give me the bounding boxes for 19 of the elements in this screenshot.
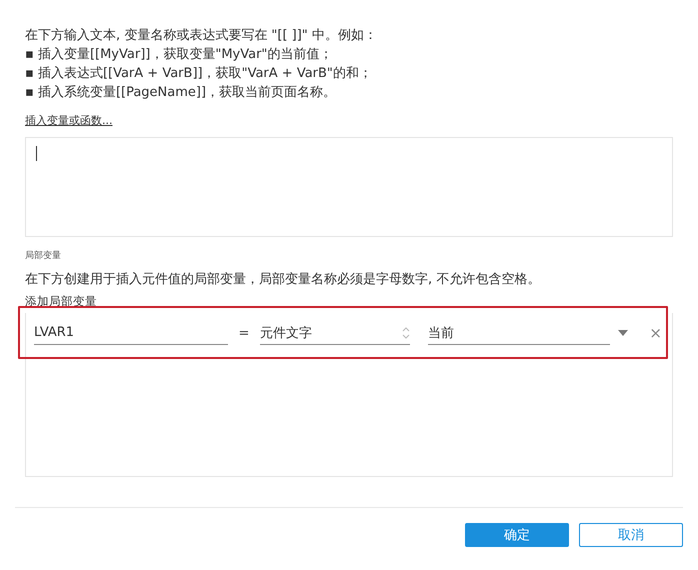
instruction-text: ▪ 插入变量[[MyVar]]，获取变量"MyVar"的当前值；	[25, 46, 334, 64]
section-label: 局部变量	[25, 250, 62, 262]
variable-name-field[interactable]: LVAR1	[34, 321, 228, 345]
source-select[interactable]: 元件文字	[260, 321, 410, 345]
confirm-button[interactable]: 确定	[465, 523, 569, 547]
caret-icon[interactable]	[618, 330, 628, 336]
instruction-text: 在下方输入文本, 变量名称或表达式要写在 "[[ ]]" 中。例如：	[25, 27, 378, 45]
equals-sign: =	[238, 326, 250, 340]
up-down-icon	[402, 326, 410, 340]
instruction-text: ▪ 插入系统变量[[PageName]]，获取当前页面名称。	[25, 84, 338, 102]
cancel-button[interactable]: 取消	[579, 523, 683, 547]
instruction-text: ▪ 插入表达式[[VarA + VarB]]，获取"VarA + VarB"的和；	[25, 65, 373, 83]
target-select[interactable]: 当前	[428, 321, 610, 345]
text-input-area[interactable]	[25, 137, 673, 237]
text-cursor	[36, 146, 37, 161]
add-variable-link[interactable]: 添加局部变量	[25, 294, 673, 309]
section-description: 在下方创建用于插入元件值的局部变量，局部变量名称必须是字母数字, 不允许包含空格。	[25, 271, 542, 288]
remove-button[interactable]: ×	[647, 324, 664, 342]
insert-variable-link[interactable]: 插入变量或函数...	[25, 113, 112, 128]
